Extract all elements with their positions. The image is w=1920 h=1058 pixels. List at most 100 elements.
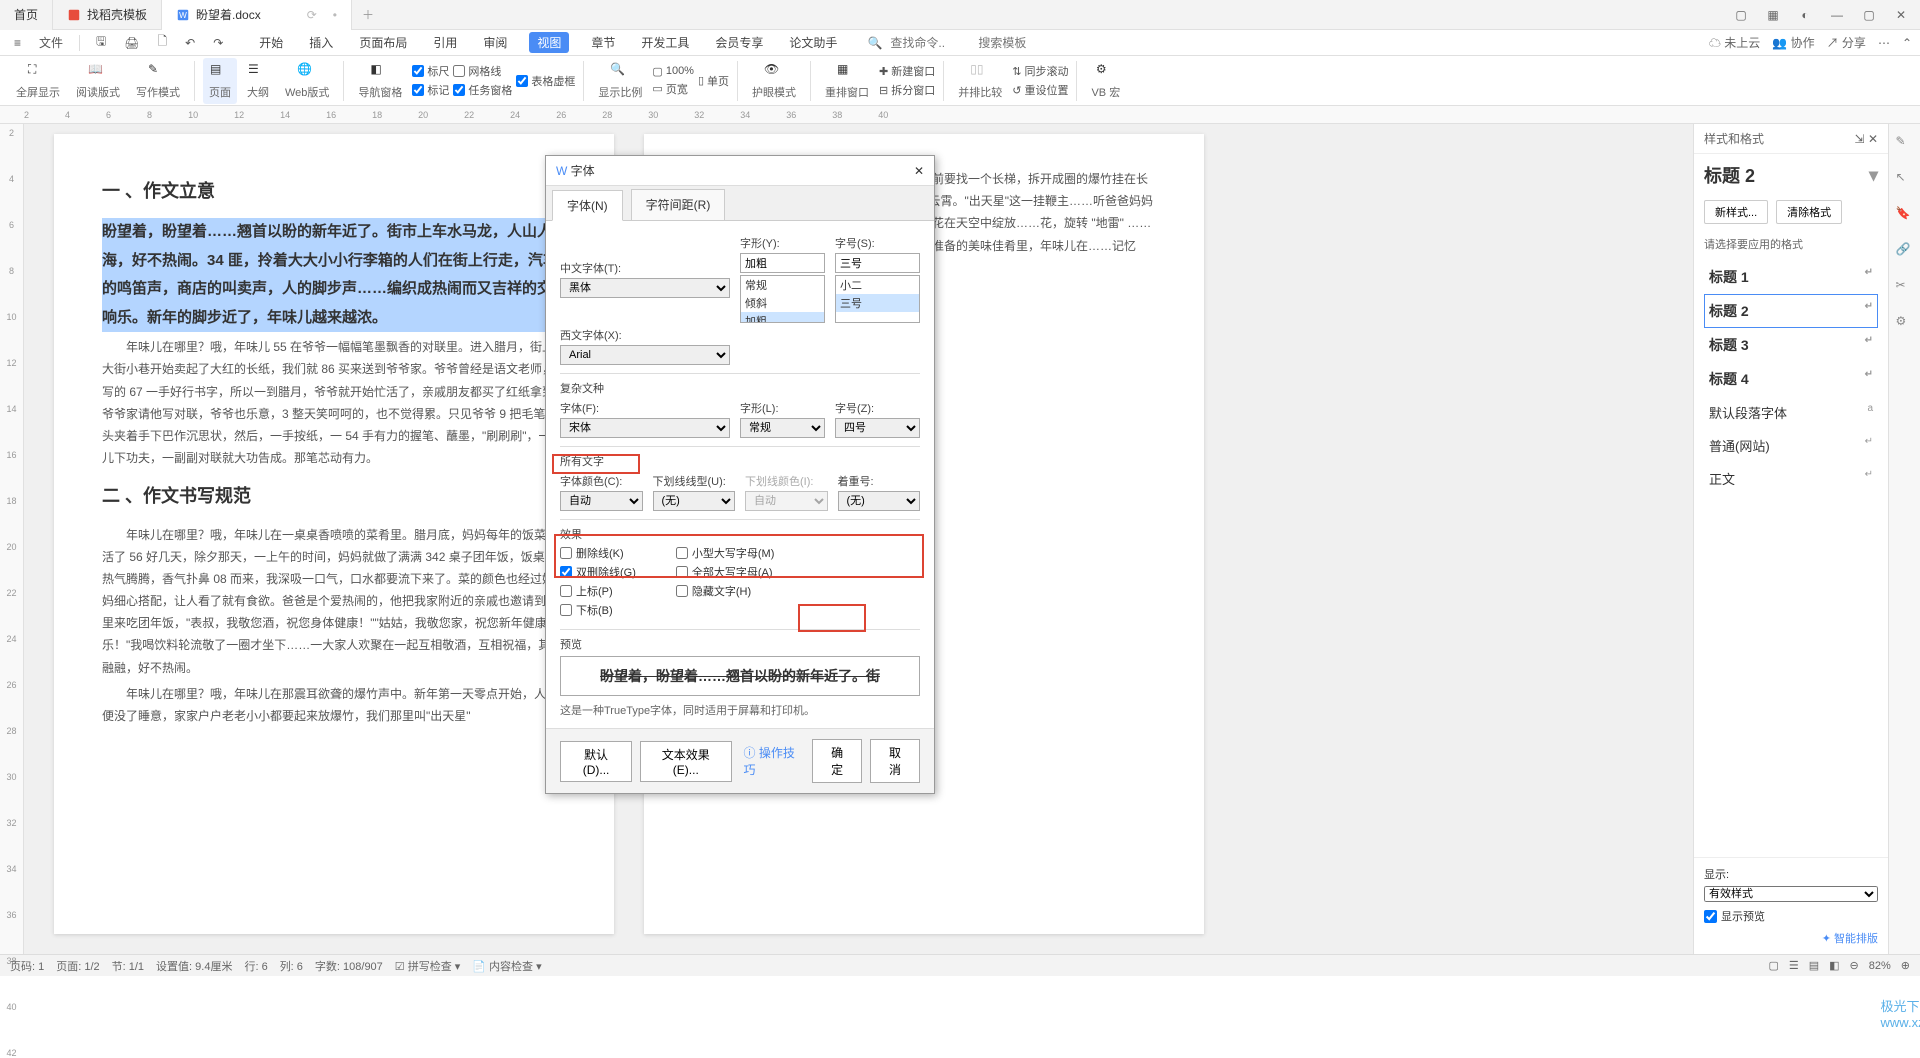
undo-icon[interactable]: ↶: [179, 34, 201, 52]
readmode-button[interactable]: 📖阅读版式: [70, 62, 126, 100]
cnfont-select[interactable]: 黑体: [560, 278, 730, 298]
writemode-button[interactable]: ✎写作模式: [130, 62, 186, 100]
collab-button[interactable]: 👥 协作: [1772, 34, 1814, 51]
vbmacro-button[interactable]: ⚙VB 宏: [1085, 62, 1126, 100]
pageview-button[interactable]: ▤页面: [203, 58, 237, 104]
collapse-icon[interactable]: ⌃: [1902, 36, 1912, 50]
clip-icon[interactable]: ✂: [1896, 278, 1914, 296]
tab-home[interactable]: 首页: [0, 0, 53, 30]
size-input[interactable]: [835, 253, 920, 273]
spacing-tab[interactable]: 字符间距(R): [631, 189, 726, 220]
fullscreen-button[interactable]: ⛶全屏显示: [10, 62, 66, 100]
size-listbox[interactable]: 小二 三号: [835, 275, 920, 323]
zoom-out-icon[interactable]: ⊖: [1850, 959, 1859, 972]
superscript-checkbox[interactable]: 上标(P): [560, 583, 636, 599]
texteffect-button[interactable]: 文本效果(E)...: [640, 741, 731, 782]
status-pages[interactable]: 页面: 1/2: [56, 958, 99, 974]
appmenu-icon[interactable]: ≡: [8, 34, 27, 52]
tab-devtools[interactable]: 开发工具: [637, 32, 693, 53]
style-item[interactable]: 普通(网站)↵: [1704, 429, 1878, 462]
font-tab[interactable]: 字体(N): [552, 190, 623, 221]
ruler-horizontal[interactable]: 246810121416182022242628303234363840: [0, 106, 1920, 124]
tab-add[interactable]: ＋: [352, 6, 384, 23]
cfont-select[interactable]: 宋体: [560, 418, 730, 438]
more-icon[interactable]: ⋯: [1878, 36, 1890, 50]
hidden-checkbox[interactable]: 隐藏文字(H): [676, 583, 775, 599]
style-item[interactable]: 默认段落字体a: [1704, 396, 1878, 429]
tab-view[interactable]: 视图: [529, 32, 569, 53]
splitwindow-button[interactable]: ⊟ 拆分窗口: [879, 82, 935, 98]
tab-reference[interactable]: 引用: [429, 32, 461, 53]
current-style[interactable]: 标题 2: [1704, 162, 1755, 188]
select-icon[interactable]: ↖: [1896, 170, 1914, 188]
style-item[interactable]: 标题 3↵: [1704, 328, 1878, 362]
status-spellcheck[interactable]: ☑ 拼写检查 ▾: [395, 958, 461, 974]
pagewidth-button[interactable]: ▭ 页宽: [652, 81, 694, 97]
bookmark-icon[interactable]: 🔖: [1896, 206, 1914, 224]
style-item[interactable]: 标题 2↵: [1704, 294, 1878, 328]
status-page[interactable]: 页码: 1: [10, 958, 44, 974]
mark-checkbox[interactable]: 标记: [412, 82, 449, 98]
tab-review[interactable]: 审阅: [479, 32, 511, 53]
status-words[interactable]: 字数: 108/907: [315, 958, 383, 974]
cloud-status[interactable]: ☁ 未上云: [1709, 34, 1760, 51]
gear-icon[interactable]: ⚙: [1896, 314, 1914, 332]
ruler-checkbox[interactable]: 标尺: [412, 63, 449, 79]
panel-close-icon[interactable]: ✕: [1868, 132, 1878, 146]
zoom100-button[interactable]: ▢ 100%: [652, 65, 694, 78]
maximize-icon[interactable]: ▢: [1860, 8, 1878, 22]
style-listbox[interactable]: 常规 倾斜 加粗: [740, 275, 825, 323]
body-paragraph[interactable]: 年味儿在哪里？哦，年味儿在一桌桌香喷喷的菜肴里。腊月底，妈妈每年的饭菜忙活了 5…: [102, 524, 566, 679]
emphasis-select[interactable]: (无): [838, 491, 921, 511]
paint-icon[interactable]: ✎: [1896, 134, 1914, 152]
selected-text[interactable]: 盼望着，盼望着……翘首以盼的新年近了。街市上车水马龙，人山人海，好不热闹。34 …: [102, 218, 566, 332]
tab-template[interactable]: 找稻壳模板: [53, 0, 162, 30]
newwindow-button[interactable]: ✚ 新建窗口: [879, 63, 935, 79]
status-setval[interactable]: 设置值: 9.4厘米: [156, 958, 232, 974]
new-style-button[interactable]: 新样式...: [1704, 200, 1768, 224]
zoom-button[interactable]: 🔍显示比例: [592, 62, 648, 100]
default-button[interactable]: 默认(D)...: [560, 741, 632, 782]
webview-button[interactable]: 🌐Web版式: [279, 62, 335, 100]
template-search-input[interactable]: [978, 36, 1058, 50]
tips-link[interactable]: ⓘ 操作技巧: [744, 744, 797, 778]
grid-checkbox[interactable]: 网格线: [453, 63, 512, 79]
grid-icon[interactable]: ▦: [1764, 8, 1782, 22]
singlepage-button[interactable]: ▯ 单页: [698, 73, 729, 89]
zoom-in-icon[interactable]: ⊕: [1901, 959, 1910, 972]
status-contentcheck[interactable]: 📄 内容检查 ▾: [472, 958, 541, 974]
save-icon[interactable]: 🖫: [90, 30, 112, 55]
layout-icon[interactable]: ▢: [1732, 8, 1750, 22]
smart-layout-link[interactable]: ✦ 智能排版: [1704, 930, 1878, 946]
cancel-button[interactable]: 取消: [870, 739, 920, 783]
tab-close-icon[interactable]: •: [333, 8, 337, 22]
tab-document[interactable]: W 盼望着.docx ⟳ •: [162, 0, 352, 30]
cstyle-select[interactable]: 常规: [740, 418, 825, 438]
zoom-value[interactable]: 82%: [1869, 960, 1891, 972]
view-mode-icon[interactable]: ◧: [1829, 959, 1839, 972]
enfont-select[interactable]: Arial: [560, 345, 730, 365]
panel-pin-icon[interactable]: ⇲: [1855, 132, 1865, 146]
style-item[interactable]: 标题 1↵: [1704, 260, 1878, 294]
view-mode-icon[interactable]: ▢: [1768, 959, 1778, 972]
link-icon[interactable]: 🔗: [1896, 242, 1914, 260]
arrange-button[interactable]: ▦重排窗口: [819, 62, 875, 100]
preview-icon[interactable]: 🗋: [152, 30, 174, 55]
tab-thesis[interactable]: 论文助手: [785, 32, 841, 53]
style-item[interactable]: 标题 4↵: [1704, 362, 1878, 396]
subscript-checkbox[interactable]: 下标(B): [560, 602, 636, 618]
csize-select[interactable]: 四号: [835, 418, 920, 438]
close-icon[interactable]: ✕: [1892, 8, 1910, 22]
style-input[interactable]: [740, 253, 825, 273]
view-mode-icon[interactable]: ☰: [1789, 959, 1799, 972]
tab-sync-icon[interactable]: ⟳: [307, 8, 317, 22]
chevron-down-icon[interactable]: ▾: [1869, 165, 1878, 186]
tab-chapter[interactable]: 章节: [587, 32, 619, 53]
taskpane-checkbox[interactable]: 任务窗格: [453, 82, 512, 98]
ruler-vertical[interactable]: 24681012141618202224262830323436384042: [0, 124, 24, 954]
underline-select[interactable]: (无): [653, 491, 736, 511]
document-page-1[interactable]: 一 、作文立意 盼望着，盼望着……翘首以盼的新年近了。街市上车水马龙，人山人海，…: [54, 134, 614, 934]
preview-checkbox[interactable]: 显示预览: [1704, 908, 1878, 924]
eyemode-button[interactable]: 👁护眼模式: [746, 62, 802, 100]
dialog-close-icon[interactable]: ✕: [914, 164, 924, 178]
